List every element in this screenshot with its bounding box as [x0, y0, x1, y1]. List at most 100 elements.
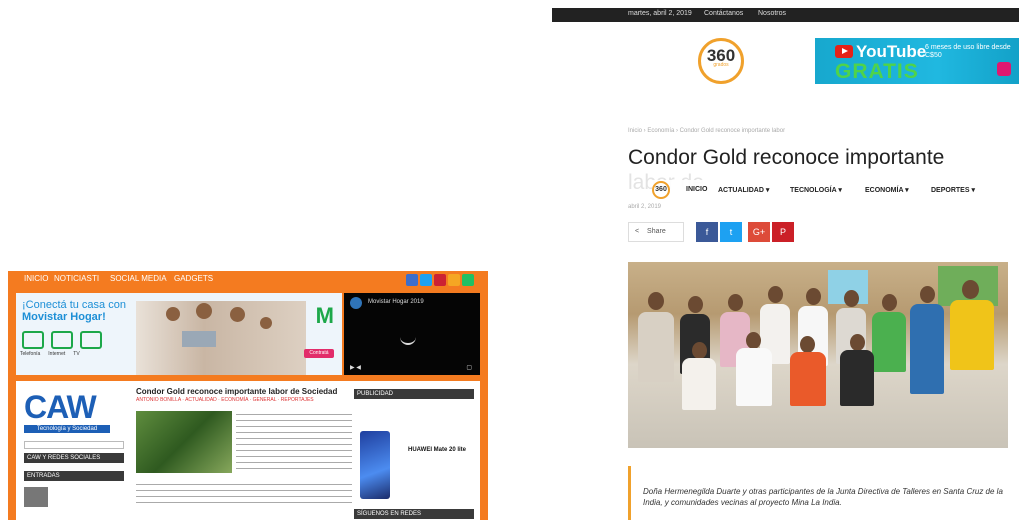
internet-service-icon — [51, 331, 73, 349]
person-head — [962, 280, 979, 299]
youtube-icon[interactable] — [434, 274, 446, 286]
service-label: Telefonía — [20, 351, 41, 357]
person-head — [920, 286, 935, 303]
person-head — [728, 294, 743, 311]
play-controls[interactable]: ▶ ◀ — [350, 364, 361, 371]
topbar-link-about[interactable]: Nosotros — [758, 10, 786, 17]
movistar-banner-ad[interactable]: ¡Conectá tu casa con Movistar Hogar! Tel… — [16, 293, 342, 375]
article-date: abril 2, 2019 — [628, 204, 662, 210]
pinterest-share-button[interactable]: P — [772, 222, 794, 242]
person — [910, 304, 944, 394]
article-excerpt — [236, 411, 352, 473]
channel-avatar — [350, 297, 362, 309]
whatsapp-icon[interactable] — [462, 274, 474, 286]
share-button[interactable]: < Share — [628, 222, 684, 242]
sidebar-heading: ENTRADAS — [24, 471, 124, 481]
nav-item-noticias[interactable]: NOTICIAS — [54, 274, 92, 283]
googleplus-icon: G+ — [752, 227, 766, 237]
search-input[interactable] — [24, 441, 124, 449]
video-player[interactable]: Movistar Hogar 2019 ▶ ◀ ▢ — [344, 293, 480, 375]
topbar-link-contact[interactable]: Contáctanos — [704, 10, 743, 17]
person-head — [806, 288, 821, 305]
ad-promo: GRATIS — [835, 60, 919, 83]
person — [790, 352, 826, 406]
left-screenshot: INICIO NOTICIAS TI SOCIAL MEDIA GADGETS … — [8, 271, 488, 520]
phone-ad-image[interactable] — [360, 431, 390, 499]
person-head — [882, 294, 897, 311]
fullscreen-icon[interactable]: ▢ — [466, 364, 472, 371]
person-head — [230, 307, 245, 322]
article-headline: Condor Gold reconoce importante — [628, 146, 945, 169]
photo-caption-quote: Doña Hermenegilda Duarte y otras partici… — [628, 466, 1019, 520]
person-head — [260, 317, 272, 329]
nav-item-actualidad[interactable]: ACTUALIDAD ▾ — [718, 186, 769, 194]
pinterest-icon: P — [779, 227, 786, 237]
person — [840, 350, 874, 406]
nav-item-tecnologia[interactable]: TECNOLOGÍA ▾ — [790, 186, 842, 194]
twitter-icon: t — [729, 227, 733, 237]
top-navigation: INICIO NOTICIAS TI SOCIAL MEDIA GADGETS — [8, 271, 488, 289]
person-head — [844, 290, 859, 307]
nav-item-gadgets[interactable]: GADGETS — [174, 274, 213, 283]
topbar-date: martes, abril 2, 2019 — [628, 10, 692, 17]
person — [638, 312, 674, 382]
sidebar-heading: CAW Y REDES SOCIALES — [24, 453, 124, 463]
top-bar: martes, abril 2, 2019 Contáctanos Nosotr… — [552, 8, 1019, 22]
family-photo — [136, 301, 306, 375]
sidebar-heading: SÍGUENOS EN REDES — [354, 509, 474, 519]
nav-item-deportes[interactable]: DEPORTES ▾ — [931, 186, 975, 194]
person-head — [648, 292, 664, 310]
sidebar-heading: PUBLICIDAD — [354, 389, 474, 399]
phone-service-icon — [22, 331, 44, 349]
ad-brand: YouTube — [856, 42, 927, 61]
laptop-icon — [182, 331, 216, 347]
article-body — [136, 481, 352, 503]
person — [950, 300, 994, 370]
sticky-navigation: 360 INICIO ACTUALIDAD ▾ TECNOLOGÍA ▾ ECO… — [652, 180, 1019, 200]
nav-item-inicio[interactable]: INICIO — [24, 274, 48, 283]
site-logo[interactable]: 360 grados — [698, 38, 744, 84]
nav-item-inicio[interactable]: INICIO — [686, 186, 707, 193]
right-screenshot: martes, abril 2, 2019 Contáctanos Nosotr… — [552, 0, 1019, 520]
site-content: CAW Tecnología y Sociedad CAW Y REDES SO… — [16, 381, 480, 520]
site-logo[interactable]: CAW — [24, 389, 97, 426]
entry-thumbnail[interactable] — [24, 487, 48, 507]
breadcrumb[interactable]: Inicio › Economía › Condor Gold reconoce… — [628, 128, 785, 134]
googleplus-share-button[interactable]: G+ — [748, 222, 770, 242]
movistar-logo: M — [315, 303, 334, 328]
banner-headline-line1: ¡Conectá tu casa con — [22, 299, 126, 311]
person-head — [800, 336, 815, 353]
site-logo-tagline: Tecnología y Sociedad — [24, 425, 110, 433]
article-photo — [628, 262, 1008, 448]
facebook-share-button[interactable]: f — [696, 222, 718, 242]
ad-badge-icon — [997, 62, 1011, 76]
share-label: Share — [647, 228, 666, 235]
banner-headline-line2: Movistar Hogar! — [22, 311, 106, 323]
sticky-logo[interactable]: 360 — [652, 181, 670, 199]
youtube-play-icon — [835, 45, 853, 58]
person-head — [692, 342, 707, 359]
youtube-ad-banner[interactable]: YouTube GRATIS 6 meses de uso libre desd… — [815, 38, 1019, 84]
person — [682, 358, 716, 410]
service-labels: Telefonía Internet TV — [20, 351, 80, 357]
social-icons — [406, 274, 474, 286]
facebook-icon[interactable] — [406, 274, 418, 286]
service-icons — [22, 331, 102, 349]
article-meta: ANTONIO BONILLA · ACTUALIDAD · ECONOMÍA … — [136, 397, 314, 403]
facebook-icon: f — [705, 227, 709, 237]
nav-item-economia[interactable]: ECONOMÍA ▾ — [865, 186, 909, 194]
rss-icon[interactable] — [448, 274, 460, 286]
article-title[interactable]: Condor Gold reconoce importante labor de… — [136, 387, 337, 396]
banner-cta-button[interactable]: Contratá — [304, 349, 334, 358]
person-head — [850, 334, 865, 351]
person-head — [768, 286, 783, 303]
article-image[interactable] — [136, 411, 232, 473]
twitter-icon[interactable] — [420, 274, 432, 286]
loading-icon — [400, 333, 416, 345]
caption-text: Doña Hermenegilda Duarte y otras partici… — [643, 487, 1003, 507]
person-head — [746, 332, 761, 349]
twitter-share-button[interactable]: t — [720, 222, 742, 242]
phone-ad-text: HUAWEI Mate 20 lite — [408, 447, 467, 453]
nav-item-social-media[interactable]: SOCIAL MEDIA — [110, 274, 167, 283]
nav-item-ti[interactable]: TI — [92, 274, 99, 283]
